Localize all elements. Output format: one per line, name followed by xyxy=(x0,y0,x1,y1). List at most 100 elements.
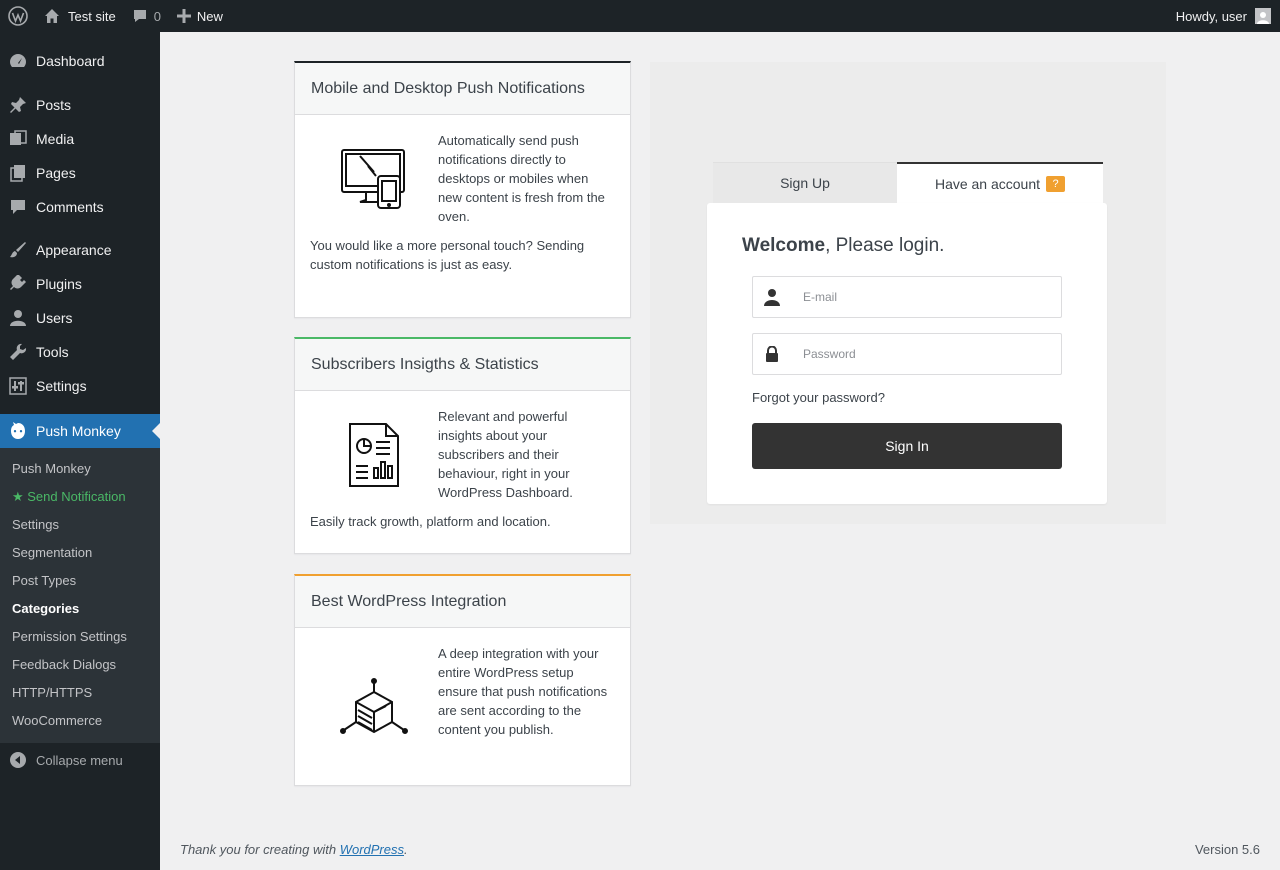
comments-count: 0 xyxy=(153,8,161,24)
tab-label: Sign Up xyxy=(780,175,830,191)
sidebar-item-label: Pages xyxy=(36,165,76,181)
sidebar-item-label: Dashboard xyxy=(36,53,105,69)
sidebar-item-label: Posts xyxy=(36,97,72,113)
sidebar-item-label: Media xyxy=(36,131,75,147)
main-content: Mobile and Desktop Push Notifications Au… xyxy=(160,32,1280,870)
collapse-arrow-icon xyxy=(10,752,26,768)
sidebar-item-label: Settings xyxy=(36,378,87,394)
sliders-icon xyxy=(8,376,28,396)
submenu-push-monkey[interactable]: Push Monkey xyxy=(0,455,160,483)
sidebar-item-comments[interactable]: Comments xyxy=(0,190,160,224)
home-icon xyxy=(45,9,59,23)
email-field-wrap xyxy=(752,276,1062,318)
collapse-menu-button[interactable]: Collapse menu xyxy=(0,743,160,777)
sign-in-button[interactable]: Sign In xyxy=(752,423,1062,469)
feature-card-insights: Subscribers Insigths & Statistics Releva… xyxy=(294,337,631,554)
tab-sign-up[interactable]: Sign Up xyxy=(713,162,897,203)
submenu-permission-settings[interactable]: Permission Settings xyxy=(0,623,160,651)
help-badge[interactable]: ? xyxy=(1046,175,1066,192)
submenu-segmentation[interactable]: Segmentation xyxy=(0,539,160,567)
plus-icon xyxy=(176,9,191,23)
admin-sidebar: Dashboard Posts Media Pages Comments App… xyxy=(0,32,160,870)
admin-bar: Test site 0 New Howdy, user xyxy=(0,0,1280,32)
submenu-send-notification[interactable]: ★ Send Notification xyxy=(0,483,160,511)
sidebar-item-plugins[interactable]: Plugins xyxy=(0,267,160,301)
footer-thanks-pre: Thank you for creating with xyxy=(180,842,340,857)
card-title: Subscribers Insigths & Statistics xyxy=(295,339,630,391)
sidebar-item-label: Users xyxy=(36,310,73,326)
howdy-text: Howdy, user xyxy=(1175,8,1247,24)
sidebar-item-users[interactable]: Users xyxy=(0,301,160,335)
footer-version: Version 5.6 xyxy=(1194,842,1260,857)
lock-icon xyxy=(753,346,791,362)
sidebar-item-settings[interactable]: Settings xyxy=(0,369,160,403)
footer-thanks-post: . xyxy=(404,842,408,857)
password-field[interactable] xyxy=(791,334,1061,374)
card-paragraph: Easily track growth, platform and locati… xyxy=(310,514,551,529)
site-name-link[interactable]: Test site xyxy=(36,0,124,32)
pages-icon xyxy=(8,163,28,183)
sidebar-item-media[interactable]: Media xyxy=(0,122,160,156)
pin-icon xyxy=(8,95,28,115)
new-label: New xyxy=(196,8,223,24)
sidebar-item-pages[interactable]: Pages xyxy=(0,156,160,190)
email-field[interactable] xyxy=(791,277,1061,317)
forgot-password-link[interactable]: Forgot your password? xyxy=(752,390,885,405)
new-content-link[interactable]: New xyxy=(169,0,231,32)
welcome-bold: Welcome xyxy=(742,235,826,256)
submenu-post-types[interactable]: Post Types xyxy=(0,567,160,595)
report-icon xyxy=(310,407,438,502)
wordpress-link[interactable]: WordPress xyxy=(340,842,404,857)
push-monkey-submenu: Push Monkey ★ Send Notification Settings… xyxy=(0,448,160,743)
feature-card-integration: Best WordPress Integration A deep integr… xyxy=(294,574,631,786)
card-body: A deep integration with your entire Word… xyxy=(295,628,630,739)
card-paragraph: You would like a more personal touch? Se… xyxy=(310,238,585,272)
sidebar-item-label: Comments xyxy=(36,199,104,215)
card-body: Relevant and powerful insights about you… xyxy=(295,391,630,531)
submenu-feedback-dialogs[interactable]: Feedback Dialogs xyxy=(0,651,160,679)
sidebar-item-label: Plugins xyxy=(36,276,82,292)
user-icon xyxy=(8,308,28,328)
login-form: Welcome, Please login. Forgot your passw… xyxy=(707,203,1107,504)
sidebar-item-posts[interactable]: Posts xyxy=(0,88,160,122)
card-title: Mobile and Desktop Push Notifications xyxy=(295,63,630,115)
login-tabs: Sign Up Have an account ? xyxy=(713,162,1103,203)
cube-network-icon xyxy=(310,644,438,774)
tab-have-account[interactable]: Have an account ? xyxy=(897,162,1103,203)
plug-icon xyxy=(8,274,28,294)
sidebar-item-dashboard[interactable]: Dashboard xyxy=(0,43,160,79)
user-icon xyxy=(753,288,791,306)
feature-card-push: Mobile and Desktop Push Notifications Au… xyxy=(294,61,631,318)
comments-link[interactable]: 0 xyxy=(124,0,169,32)
submenu-categories[interactable]: Categories xyxy=(0,595,160,623)
login-title: Welcome, Please login. xyxy=(742,235,944,257)
card-title: Best WordPress Integration xyxy=(295,576,630,628)
my-account-link[interactable]: Howdy, user xyxy=(1168,0,1280,32)
sidebar-item-label: Tools xyxy=(36,344,69,360)
site-name: Test site xyxy=(68,8,116,24)
sidebar-item-label: Push Monkey xyxy=(36,423,121,439)
media-icon xyxy=(8,129,28,149)
login-panel: Sign Up Have an account ? Welcome, Pleas… xyxy=(650,62,1166,524)
submenu-settings[interactable]: Settings xyxy=(0,511,160,539)
collapse-label: Collapse menu xyxy=(36,752,123,768)
sidebar-item-tools[interactable]: Tools xyxy=(0,335,160,369)
wordpress-logo-icon[interactable] xyxy=(0,0,36,32)
footer-thanks: Thank you for creating with WordPress. xyxy=(180,842,408,857)
welcome-rest: , Please login. xyxy=(825,235,945,256)
devices-icon xyxy=(310,131,438,226)
monkey-icon xyxy=(8,421,28,441)
sidebar-item-label: Appearance xyxy=(36,242,112,258)
sidebar-item-appearance[interactable]: Appearance xyxy=(0,233,160,267)
comment-icon xyxy=(133,10,146,22)
password-field-wrap xyxy=(752,333,1062,375)
avatar xyxy=(1255,8,1271,24)
brush-icon xyxy=(8,240,28,260)
dashboard-icon xyxy=(8,51,28,71)
sidebar-item-push-monkey[interactable]: Push Monkey xyxy=(0,414,160,448)
wrench-icon xyxy=(8,342,28,362)
submenu-woocommerce[interactable]: WooCommerce xyxy=(0,707,160,735)
comment-icon xyxy=(8,197,28,217)
submenu-http-https[interactable]: HTTP/HTTPS xyxy=(0,679,160,707)
tab-label: Have an account xyxy=(934,175,1041,192)
